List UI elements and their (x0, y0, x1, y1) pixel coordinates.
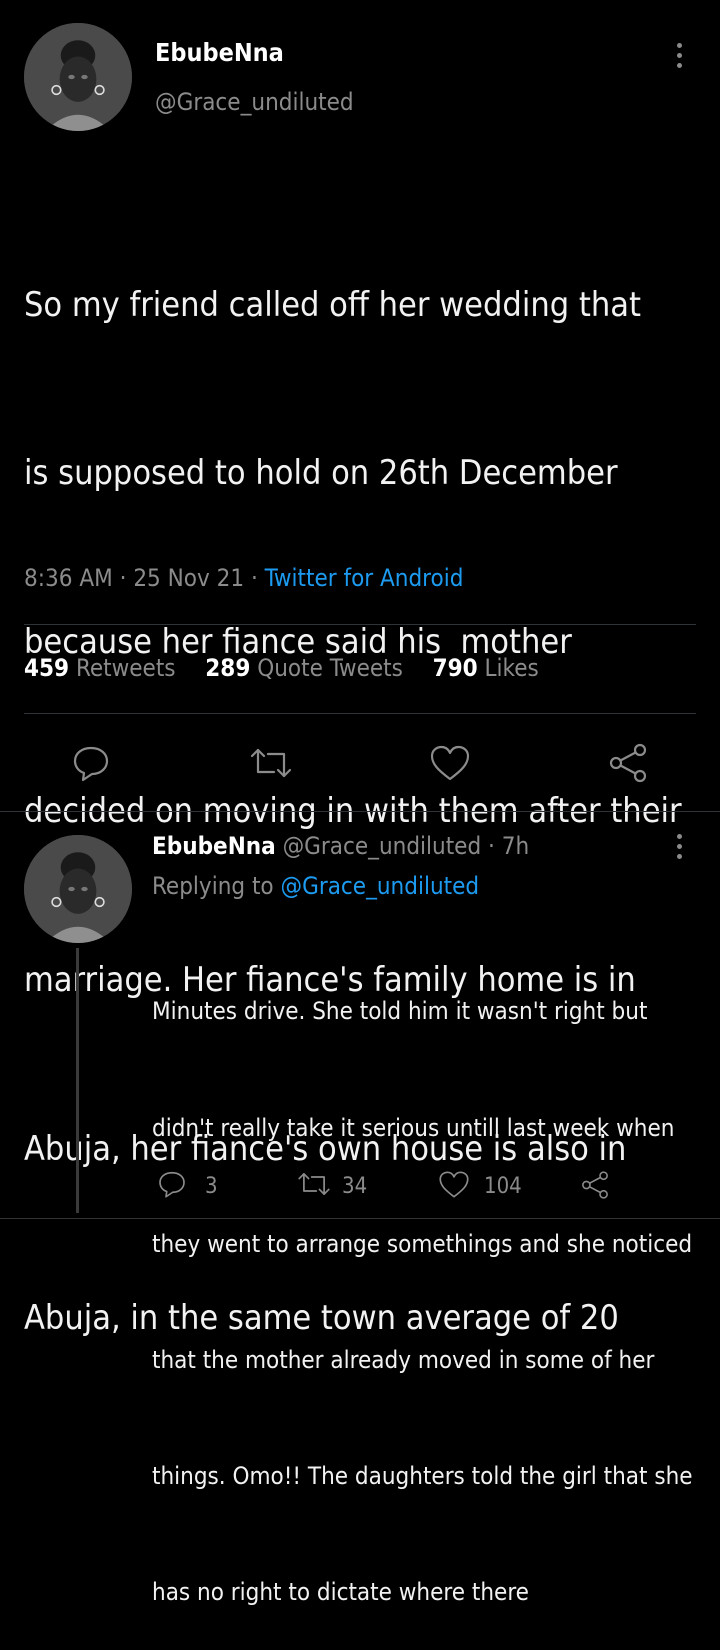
retweet-icon (296, 1170, 332, 1202)
thread-line (76, 948, 79, 1213)
divider (24, 624, 696, 625)
reply-icon[interactable] (71, 743, 111, 783)
replying-to-label: Replying to (152, 872, 274, 900)
retweets-count: 459 (24, 654, 70, 682)
reply-avatar[interactable] (24, 835, 132, 943)
reply-action-reply[interactable]: 3 (157, 1170, 218, 1202)
tweet-time[interactable]: 8:36 AM (24, 564, 113, 592)
reply-count: 3 (205, 1173, 218, 1199)
replying-to: Replying to @Grace_undiluted (152, 872, 479, 900)
tweet-text-line: So my friend called off her wedding that (24, 284, 641, 325)
reply-text-line: that the mother already moved in some of… (152, 1345, 655, 1374)
retweets-label: Retweets (75, 654, 176, 682)
reply-icon (157, 1169, 187, 1203)
replying-to-link[interactable]: @Grace_undiluted (280, 872, 479, 900)
likes-count: 790 (432, 654, 478, 682)
likes-stat[interactable]: 790 Likes (433, 654, 539, 682)
reply-display-name[interactable]: EbubeNna (152, 832, 276, 860)
share-icon[interactable] (607, 742, 649, 784)
reply-text-line: they went to arrange somethings and she … (152, 1229, 693, 1258)
retweet-count: 34 (342, 1173, 368, 1199)
reply-action-like[interactable]: 104 (438, 1170, 522, 1202)
tweet-source-link[interactable]: Twitter for Android (265, 564, 464, 592)
separator: · (250, 564, 258, 592)
heart-icon (438, 1170, 470, 1203)
tweet-meta: 8:36 AM · 25 Nov 21 · Twitter for Androi… (24, 564, 463, 592)
reply-text-line: Minutes drive. She told him it wasn't ri… (152, 997, 648, 1026)
reply-text-line: things. Omo!! The daughters told the gir… (152, 1461, 693, 1490)
reply-text-line: didn't really take it serious untill las… (152, 1113, 675, 1142)
handle[interactable]: @Grace_undiluted (155, 88, 354, 116)
reply-header: EbubeNna @Grace_undiluted · 7h (152, 832, 529, 860)
reply-text: Minutes drive. She told him it wasn't ri… (152, 915, 697, 1650)
reply-more-options-icon[interactable] (677, 834, 685, 864)
reply-text-line: has no right to dictate where there (152, 1577, 529, 1606)
heart-icon[interactable] (429, 744, 471, 782)
avatar[interactable] (24, 23, 132, 131)
tweet-date[interactable]: 25 Nov 21 (133, 564, 244, 592)
retweet-icon[interactable] (248, 745, 294, 781)
section-divider (0, 811, 720, 812)
quote-tweets-stat[interactable]: 289 Quote Tweets (205, 654, 409, 682)
likes-label: Likes (484, 654, 539, 682)
avatar-image (24, 23, 132, 131)
section-divider (0, 1218, 720, 1219)
avatar-image (24, 835, 132, 943)
reply-handle[interactable]: @Grace_undiluted (283, 832, 482, 860)
separator: · (119, 564, 127, 592)
divider (24, 713, 696, 714)
retweets-stat[interactable]: 459 Retweets (24, 654, 182, 682)
quote-tweets-count: 289 (205, 654, 251, 682)
display-name[interactable]: EbubeNna (155, 38, 284, 67)
like-count: 104 (484, 1173, 522, 1199)
tweet-text-line: is supposed to hold on 26th December (24, 453, 618, 494)
reply-time[interactable]: · 7h (488, 832, 529, 860)
share-icon[interactable] (580, 1170, 610, 1204)
tweet-stats: 459 Retweets 289 Quote Tweets 790 Likes (24, 654, 539, 682)
quote-tweets-label: Quote Tweets (257, 654, 403, 682)
reply-action-retweet[interactable]: 34 (296, 1170, 367, 1202)
more-options-icon[interactable] (677, 43, 685, 73)
